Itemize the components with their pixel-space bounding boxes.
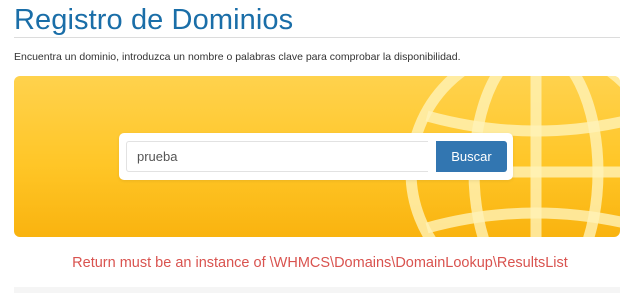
domain-search-box: Buscar [119,133,513,180]
page-subtitle: Encuentra un dominio, introduzca un nomb… [14,51,461,63]
results-panel-edge [14,287,620,293]
domain-search-banner: Buscar [14,76,620,237]
error-message: Return must be an instance of \WHMCS\Dom… [72,255,568,271]
search-button[interactable]: Buscar [436,141,507,172]
page-title: Registro de Dominios [14,4,294,36]
title-divider [14,37,620,38]
domain-register-page: Registro de Dominios Encuentra un domini… [0,0,640,293]
domain-search-input[interactable] [126,141,428,172]
